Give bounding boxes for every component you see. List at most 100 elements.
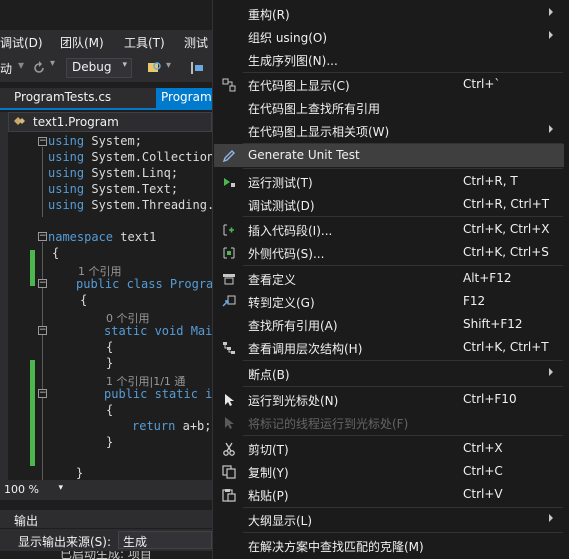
menu-separator bbox=[243, 168, 563, 169]
zoom-level: 100 % bbox=[4, 483, 39, 496]
menu-item-show-related-on-code-map[interactable]: 在代码图上显示相关项(W) bbox=[214, 119, 564, 142]
zoom-dropdown[interactable]: 100 % ▾ bbox=[4, 483, 66, 498]
menu-tools[interactable]: 工具(T) bbox=[124, 34, 165, 51]
fold-toggle-namespace[interactable]: − bbox=[38, 232, 47, 241]
code-line: namespace text1 bbox=[48, 230, 157, 244]
refresh-icon[interactable] bbox=[32, 61, 46, 75]
solution-config-dropdown[interactable]: Debug ▾ bbox=[66, 58, 132, 78]
code-line: } bbox=[106, 435, 114, 449]
change-indicator bbox=[30, 360, 35, 466]
solution-config-value: Debug bbox=[72, 60, 112, 74]
menu-separator bbox=[243, 386, 563, 387]
code-line: using System.Collection bbox=[48, 150, 212, 164]
menu-item-find-matching-clones[interactable]: 在解决方案中查找匹配的克隆(M) bbox=[214, 534, 564, 557]
change-indicator bbox=[30, 250, 35, 286]
menu-separator bbox=[243, 532, 563, 533]
chevron-down-icon: ▾ bbox=[58, 483, 63, 493]
code-line: { bbox=[106, 403, 114, 417]
editor-context-menu: 重构(R) 组织 using(O) 生成序列图(N)... 在代码图上显示(C)… bbox=[212, 0, 569, 559]
code-line: { bbox=[80, 293, 88, 307]
menu-team[interactable]: 团队(M) bbox=[60, 34, 104, 51]
code-line: using System.Threading. bbox=[48, 198, 212, 212]
align-icon[interactable] bbox=[190, 61, 204, 75]
code-editor[interactable]: − − − − − using System; using System.Col… bbox=[8, 132, 212, 480]
toolbar-start-label[interactable]: 动 bbox=[0, 60, 12, 77]
code-line: { bbox=[106, 340, 114, 354]
output-panel-header: 输出 bbox=[0, 510, 212, 528]
class-icon bbox=[14, 117, 25, 125]
insert-snippet-icon bbox=[223, 224, 234, 236]
ide-menu-bar: 调试(D) 团队(M) 工具(T) 测试 bbox=[0, 30, 212, 54]
menu-item-organize-usings[interactable]: 组织 using(O) bbox=[214, 25, 564, 48]
side-toolbox-strip bbox=[0, 112, 8, 480]
code-line: return a+b; bbox=[132, 419, 212, 433]
code-line: { bbox=[52, 246, 60, 260]
code-line: using System; bbox=[48, 134, 142, 148]
output-panel-title: 输出 bbox=[14, 514, 39, 528]
menu-item-generate-sequence-diagram[interactable]: 生成序列图(N)... bbox=[214, 48, 564, 71]
code-line: static void Mai bbox=[104, 324, 212, 338]
menu-item-generate-unit-test[interactable]: Generate Unit Test bbox=[214, 144, 564, 167]
editor-status-strip: 100 % ▾ bbox=[0, 480, 212, 500]
menu-item-find-all-references[interactable]: 查找所有引用(A) Shift+F12 bbox=[214, 313, 564, 336]
find-in-files-icon[interactable] bbox=[146, 60, 162, 76]
surround-with-icon bbox=[223, 247, 235, 259]
menu-item-outlining[interactable]: 大纲显示(L) bbox=[214, 508, 564, 531]
code-line: public class Progra bbox=[76, 277, 212, 291]
menu-separator bbox=[243, 216, 563, 217]
menu-test[interactable]: 测试 bbox=[184, 34, 208, 51]
fold-toggle-add[interactable]: − bbox=[38, 389, 47, 398]
submenu-arrow-icon bbox=[549, 31, 553, 39]
code-line: public static i bbox=[104, 387, 212, 401]
tab-programtests[interactable]: ProgramTests.cs bbox=[0, 88, 154, 108]
menu-separator bbox=[243, 265, 563, 266]
menu-item-run-to-cursor[interactable]: 运行到光标处(N) Ctrl+F10 bbox=[214, 388, 564, 411]
menu-item-insert-snippet[interactable]: 插入代码段(I)... Ctrl+K, Ctrl+X bbox=[214, 218, 564, 241]
menu-item-view-call-hierarchy[interactable]: 查看调用层次结构(H) Ctrl+K, Ctrl+T bbox=[214, 336, 564, 359]
menu-item-run-tests[interactable]: 运行测试(T) Ctrl+R, T bbox=[214, 170, 564, 193]
code-line: } bbox=[76, 466, 84, 480]
menu-item-run-flagged-threads-to-cursor: 将标记的线程运行到光标处(F) bbox=[214, 411, 564, 434]
menu-item-debug-tests[interactable]: 调试测试(D) Ctrl+R, Ctrl+T bbox=[214, 193, 564, 216]
submenu-arrow-icon bbox=[549, 8, 553, 16]
output-source-bar: 显示输出来源(S): 生成 bbox=[0, 529, 212, 551]
menu-item-refactor[interactable]: 重构(R) bbox=[214, 2, 564, 25]
toolbar-overflow-icon[interactable]: ▾ bbox=[166, 60, 171, 71]
code-map-icon bbox=[222, 78, 236, 92]
submenu-arrow-icon bbox=[549, 368, 553, 376]
menu-item-breakpoint[interactable]: 断点(B) bbox=[214, 362, 564, 385]
menu-item-find-references-on-code-map[interactable]: 在代码图上查找所有引用 bbox=[214, 96, 564, 119]
scissors-icon bbox=[223, 442, 235, 456]
call-hierarchy-icon bbox=[223, 342, 235, 354]
menu-item-surround-with[interactable]: 外侧代码(S)... Ctrl+K, Ctrl+S bbox=[214, 241, 564, 264]
menu-debug[interactable]: 调试(D) bbox=[0, 34, 43, 51]
navigation-scope: text1.Program bbox=[33, 115, 119, 129]
run-to-cursor-icon bbox=[225, 394, 234, 406]
refresh-dropdown-icon[interactable]: ▾ bbox=[50, 58, 55, 69]
output-source-label: 显示输出来源(S): bbox=[18, 535, 112, 549]
tab-program[interactable]: Program bbox=[156, 88, 212, 108]
fold-toggle-usings[interactable]: − bbox=[38, 137, 47, 146]
menu-item-cut[interactable]: 剪切(T) Ctrl+X bbox=[214, 437, 564, 460]
run-tests-icon bbox=[224, 178, 235, 187]
output-text-area[interactable]: 已启动生成: 项目 bbox=[0, 551, 212, 559]
code-line: } bbox=[106, 356, 114, 370]
menu-item-paste[interactable]: 粘贴(P) Ctrl+V bbox=[214, 483, 564, 506]
fold-guide bbox=[42, 147, 43, 217]
menu-item-show-on-code-map[interactable]: 在代码图上显示(C) Ctrl+` bbox=[214, 73, 564, 96]
ide-toolbar: 动 ▾ ▾ Debug ▾ ▾ bbox=[0, 54, 212, 82]
menu-item-copy[interactable]: 复制(Y) Ctrl+C bbox=[214, 460, 564, 483]
output-source-dropdown[interactable]: 生成 bbox=[118, 531, 212, 549]
submenu-arrow-icon bbox=[549, 125, 553, 133]
menu-separator bbox=[243, 435, 563, 436]
menu-item-go-to-definition[interactable]: 转到定义(G) F12 bbox=[214, 290, 564, 313]
navigation-bar[interactable]: text1.Program bbox=[8, 112, 212, 132]
fold-toggle-class[interactable]: − bbox=[38, 279, 47, 288]
document-tab-strip: ProgramTests.cs Program bbox=[0, 88, 212, 110]
pencil-icon bbox=[222, 150, 235, 163]
output-line: 已启动生成: 项目 bbox=[60, 551, 152, 559]
chevron-down-icon: ▾ bbox=[122, 60, 127, 70]
fold-toggle-main[interactable]: − bbox=[38, 326, 47, 335]
code-line: using System.Text; bbox=[48, 182, 179, 196]
menu-item-peek-definition[interactable]: 查看定义 Alt+F12 bbox=[214, 267, 564, 290]
